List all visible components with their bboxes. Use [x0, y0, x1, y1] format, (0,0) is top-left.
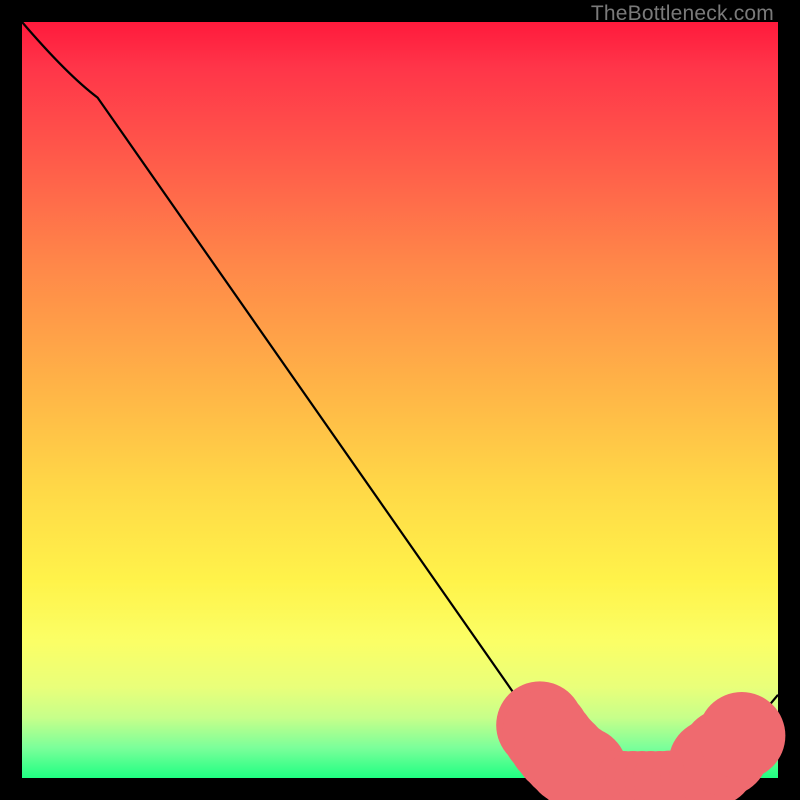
dot-group — [496, 681, 785, 800]
watermark-text: TheBottleneck.com — [591, 2, 774, 26]
curve-svg — [22, 22, 778, 778]
data-dot — [698, 692, 785, 779]
plot-area — [22, 22, 778, 778]
chart-frame: TheBottleneck.com — [0, 0, 800, 800]
bottleneck-curve — [22, 22, 778, 778]
